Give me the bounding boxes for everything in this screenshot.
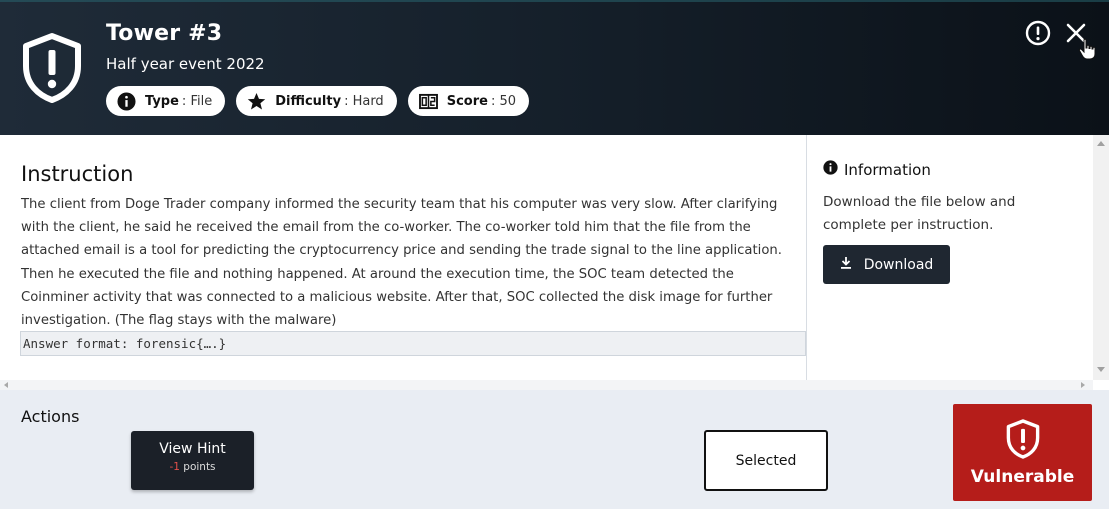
badge-type: Type: File [106, 86, 226, 116]
scroll-down-arrow-icon[interactable] [1097, 367, 1105, 372]
shield-alert-icon [20, 32, 84, 104]
vertical-scrollbar[interactable] [1093, 135, 1109, 380]
hint-cost-value: -1 [169, 461, 180, 473]
download-icon [840, 256, 852, 273]
view-hint-label: View Hint [159, 441, 226, 457]
star-icon [247, 92, 266, 111]
info-circle-icon [823, 160, 838, 179]
vulnerable-button[interactable]: Vulnerable [953, 404, 1092, 501]
download-label: Download [863, 256, 934, 273]
badge-type-key: Type [145, 93, 179, 109]
view-hint-button[interactable]: View Hint -1 points [131, 431, 254, 490]
hint-cost-unit: points [183, 461, 216, 473]
actions-section: Actions View Hint -1 points Selected Vul… [0, 390, 1109, 509]
selected-button[interactable]: Selected [704, 430, 828, 491]
horizontal-scrollbar[interactable] [0, 380, 1093, 390]
scroll-up-arrow-icon[interactable] [1097, 141, 1105, 146]
instruction-text: The client from Doge Trader company info… [21, 197, 782, 329]
information-heading: Information [844, 160, 931, 179]
report-button[interactable] [1024, 19, 1052, 47]
hand-cursor-icon [1078, 38, 1096, 64]
hint-cost: -1 points [131, 461, 254, 473]
header-accent-line [0, 0, 1109, 2]
badge-type-value: : File [181, 93, 213, 109]
shield-alert-icon [953, 418, 1092, 460]
information-heading-row: Information [823, 160, 1073, 179]
badge-difficulty: Difficulty: Hard [236, 86, 397, 116]
actions-heading: Actions [21, 407, 80, 426]
information-text: Download the file below and complete per… [823, 194, 1016, 233]
badge-score-value: : 50 [490, 93, 516, 109]
answer-format: Answer format: forensic{….} [20, 331, 806, 356]
scroll-left-arrow-icon[interactable] [4, 382, 8, 388]
download-button[interactable]: Download [823, 245, 950, 284]
challenge-content: Instruction The client from Doge Trader … [0, 135, 1109, 390]
alert-circle-icon [1025, 20, 1051, 46]
badge-difficulty-key: Difficulty [275, 93, 342, 109]
instruction-section: Instruction The client from Doge Trader … [0, 135, 807, 380]
info-circle-icon [117, 91, 136, 111]
scoreboard-icon [418, 92, 438, 111]
badge-difficulty-value: : Hard [344, 93, 384, 109]
badge-score-key: Score [446, 93, 488, 109]
vulnerable-label: Vulnerable [970, 467, 1075, 487]
challenge-badges: Type: File Difficulty: Hard Score: 50 [106, 86, 529, 116]
challenge-event: Half year event 2022 [106, 55, 265, 73]
challenge-title: Tower #3 [106, 21, 223, 46]
instruction-heading: Instruction [21, 162, 134, 186]
information-section: Information Download the file below and … [823, 160, 1073, 284]
challenge-header: Tower #3 Half year event 2022 Type: File… [0, 0, 1109, 135]
badge-score: Score: 50 [407, 86, 529, 116]
scroll-right-arrow-icon[interactable] [1081, 382, 1085, 388]
